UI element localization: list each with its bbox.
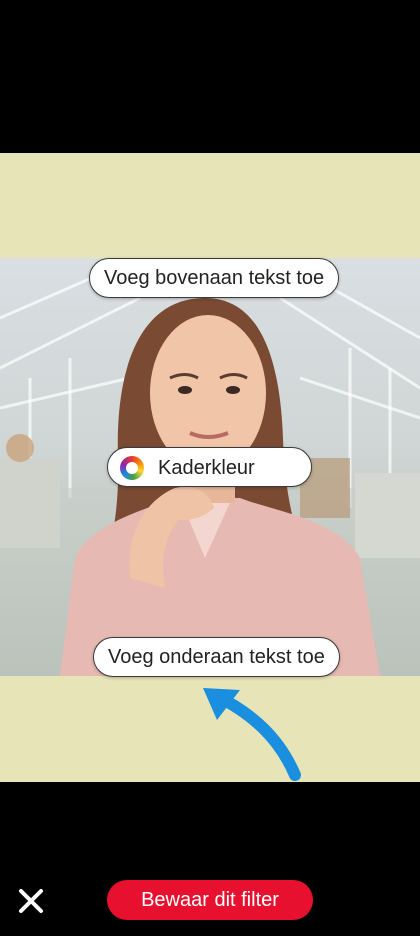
frame-color-button[interactable]: Kaderkleur: [107, 447, 312, 487]
save-filter-label: Bewaar dit filter: [141, 889, 279, 911]
curved-arrow-icon: [203, 688, 301, 781]
frame-top-border[interactable]: [0, 153, 420, 258]
add-bottom-text-label: Voeg onderaan tekst toe: [108, 646, 325, 668]
frame-color-label: Kaderkleur: [158, 457, 255, 479]
add-bottom-text-button[interactable]: Voeg onderaan tekst toe: [93, 637, 340, 677]
color-wheel-icon: [120, 456, 144, 480]
add-top-text-label: Voeg bovenaan tekst toe: [104, 267, 325, 289]
add-top-text-button[interactable]: Voeg bovenaan tekst toe: [89, 258, 340, 298]
close-icon[interactable]: [14, 884, 48, 918]
save-filter-button[interactable]: Bewaar dit filter: [107, 880, 313, 920]
